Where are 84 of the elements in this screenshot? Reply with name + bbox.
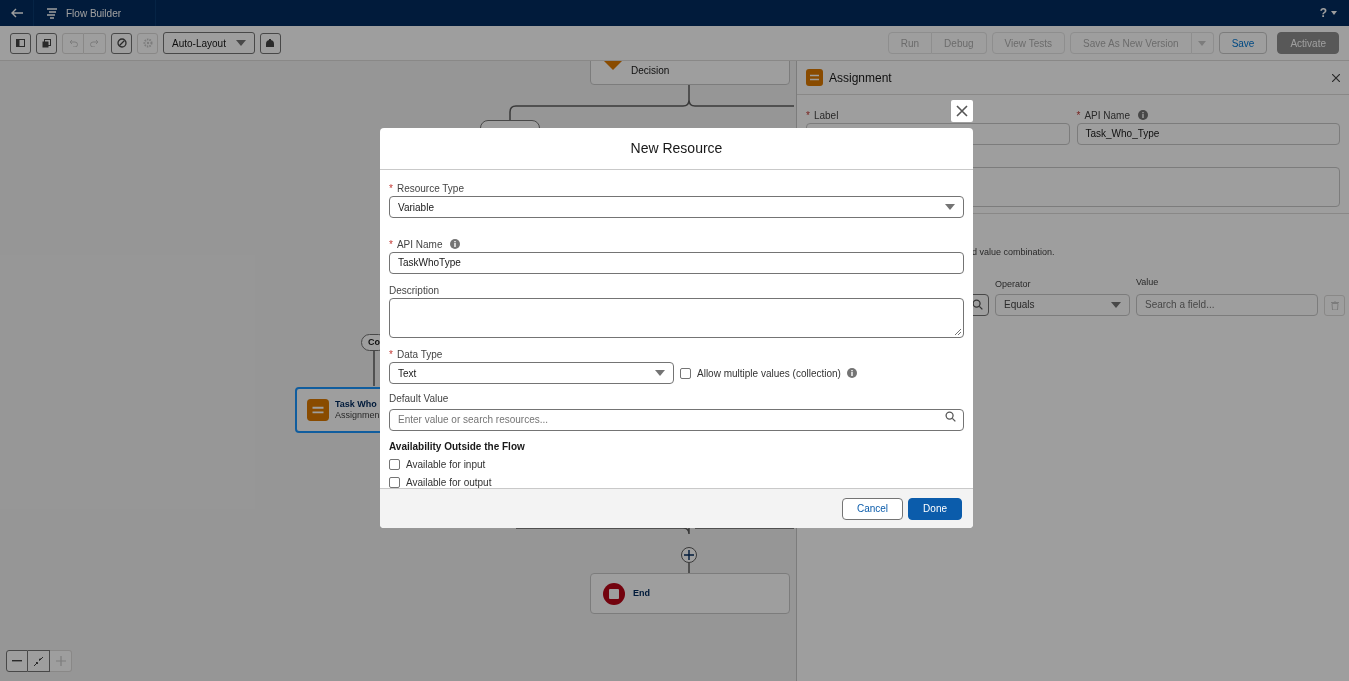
caret-icon	[1198, 40, 1207, 46]
flow-node[interactable]: End	[590, 573, 790, 614]
back-icon[interactable]	[11, 8, 23, 18]
no-entry-icon	[116, 38, 127, 48]
assignment-icon	[307, 399, 329, 421]
field-label: Resource Type	[396, 181, 464, 196]
checkbox-label: Available for output	[406, 475, 492, 490]
checkbox[interactable]	[389, 476, 400, 488]
node-title: Decision	[631, 64, 670, 78]
settings-icon	[142, 38, 153, 48]
panel-title: Assignment	[829, 69, 892, 87]
caret-icon	[655, 370, 665, 376]
checkbox-label: Allow multiple values (collection)	[697, 366, 841, 381]
caret-icon	[1111, 301, 1121, 308]
add-element-button[interactable]	[681, 547, 697, 563]
field-label: Operator	[995, 278, 1032, 291]
copy-button[interactable]	[36, 32, 57, 54]
checkbox-label: Available for input	[406, 457, 486, 472]
plus-icon	[684, 550, 694, 560]
node-title: End	[633, 587, 650, 600]
field-label: Default Value	[389, 391, 449, 406]
resource-type-select[interactable]: Variable	[389, 196, 964, 218]
close-button[interactable]	[951, 100, 973, 122]
undo-icon	[68, 39, 78, 47]
required-mark: *	[806, 108, 810, 123]
debug-bug-button[interactable]	[259, 32, 281, 54]
caret-icon	[1331, 11, 1337, 15]
info-icon	[450, 239, 461, 249]
app-title: Flow Builder	[66, 6, 122, 21]
cancel-button[interactable]: Cancel	[841, 497, 904, 520]
field-label: Label	[813, 108, 839, 123]
connector-line	[373, 350, 375, 387]
value-input[interactable]: Search a field...	[1136, 293, 1318, 316]
field-label: API Name	[1084, 108, 1130, 123]
minus-icon	[12, 660, 22, 662]
close-icon[interactable]	[1332, 73, 1340, 82]
bug-icon	[265, 38, 276, 48]
node-subtitle: Assignmen	[335, 410, 380, 422]
stop-icon	[603, 582, 625, 605]
dialog-title: New Resource	[630, 139, 723, 158]
checkbox[interactable]	[680, 367, 691, 379]
help-button[interactable]: ?	[1319, 4, 1337, 22]
plus-icon	[55, 656, 66, 666]
checkbox[interactable]	[389, 458, 400, 470]
required-mark: *	[389, 347, 393, 362]
flow-icon	[46, 7, 58, 19]
flow-node[interactable]: Decision	[590, 61, 790, 85]
field-label: Value	[1136, 275, 1160, 289]
caret-icon	[945, 204, 955, 210]
fit-view-button[interactable]	[28, 650, 50, 672]
caret-icon	[235, 40, 246, 46]
redo-icon	[90, 39, 99, 47]
description-textarea[interactable]	[389, 298, 964, 338]
default-value-field[interactable]: Enter value or search resources...	[389, 408, 964, 431]
api-name-input[interactable]: TaskWhoType	[389, 252, 964, 274]
info-icon	[1138, 110, 1148, 120]
data-type-select[interactable]: Text	[389, 362, 674, 384]
search-icon	[972, 299, 983, 310]
toolbar-button[interactable]: Save	[1218, 32, 1268, 54]
resize-handle-icon[interactable]	[955, 329, 961, 335]
done-button[interactable]: Done	[908, 497, 962, 520]
toggle-panel-button[interactable]	[10, 32, 31, 54]
required-mark: *	[389, 181, 393, 196]
operator-select[interactable]: Equals	[995, 293, 1130, 316]
search-icon	[945, 411, 956, 422]
assignment-icon	[806, 69, 823, 86]
node-title: Task Who	[335, 398, 377, 410]
panel-icon	[16, 39, 25, 47]
trash-icon	[1330, 300, 1339, 310]
zoom-out-button[interactable]	[6, 650, 28, 672]
api-name-input[interactable]: Task_Who_Type	[1076, 123, 1340, 145]
fit-view-icon	[34, 656, 43, 666]
connector-line	[688, 562, 690, 574]
no-entry-button[interactable]	[111, 32, 132, 54]
info-icon	[846, 368, 857, 378]
section-heading: Availability Outside the Flow	[389, 439, 526, 454]
layout-menu[interactable]: Auto-Layout	[163, 32, 255, 54]
close-icon	[956, 105, 968, 117]
copy-icon	[42, 38, 51, 48]
field-label: API Name	[396, 237, 443, 252]
required-mark: *	[389, 237, 393, 252]
required-mark: *	[1076, 108, 1081, 123]
field-label: Description	[389, 283, 440, 298]
field-label: Data Type	[396, 347, 443, 362]
